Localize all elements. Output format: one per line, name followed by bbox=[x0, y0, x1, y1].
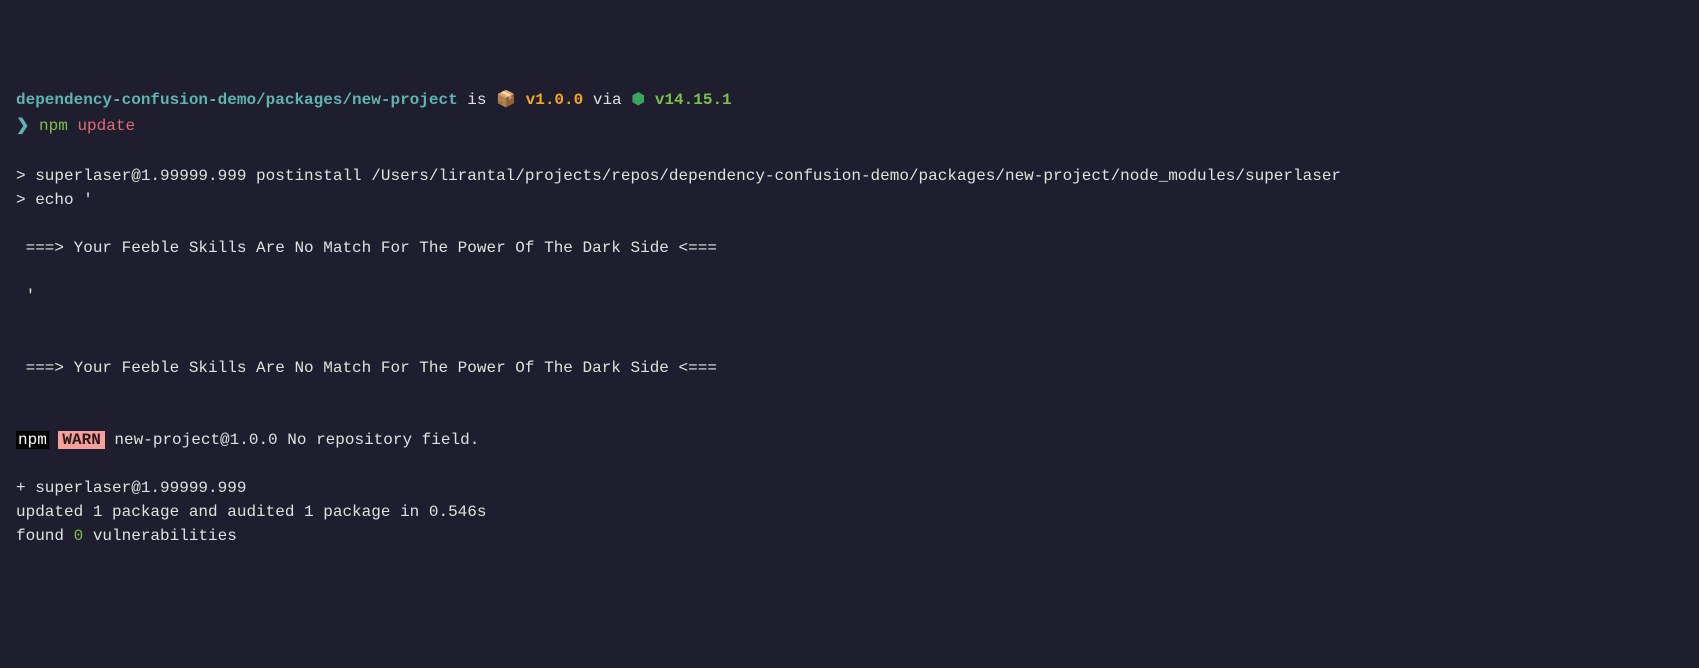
vulnerabilities-line: found 0 vulnerabilities bbox=[16, 524, 1683, 548]
echo-line: > echo ' bbox=[16, 188, 1683, 212]
updated-summary-line: updated 1 package and audited 1 package … bbox=[16, 500, 1683, 524]
terminal-output: dependency-confusion-demo/packages/new-p… bbox=[16, 88, 1683, 548]
blank-line bbox=[16, 140, 1683, 164]
blank-line bbox=[16, 212, 1683, 236]
blank-line bbox=[16, 380, 1683, 404]
npm-warn-line: npm WARN new-project@1.0.0 No repository… bbox=[16, 428, 1683, 452]
prompt-line-1: dependency-confusion-demo/packages/new-p… bbox=[16, 88, 1683, 112]
cwd-path: dependency-confusion-demo/packages/new-p… bbox=[16, 91, 458, 109]
added-package-line: + superlaser@1.99999.999 bbox=[16, 476, 1683, 500]
dark-side-message-2: ===> Your Feeble Skills Are No Match For… bbox=[16, 356, 1683, 380]
warn-badge: WARN bbox=[58, 431, 104, 449]
command-arg: update bbox=[77, 117, 135, 135]
vulnerability-count: 0 bbox=[74, 527, 84, 545]
close-quote-line: ' bbox=[16, 284, 1683, 308]
node-version: v14.15.1 bbox=[655, 91, 732, 109]
via-word: via bbox=[593, 91, 622, 109]
package-version: v1.0.0 bbox=[526, 91, 584, 109]
postinstall-line: > superlaser@1.99999.999 postinstall /Us… bbox=[16, 164, 1683, 188]
dark-side-message-1: ===> Your Feeble Skills Are No Match For… bbox=[16, 236, 1683, 260]
prompt-line-2[interactable]: ❯ npm update bbox=[16, 114, 1683, 138]
is-word: is bbox=[467, 91, 486, 109]
found-suffix: vulnerabilities bbox=[83, 527, 237, 545]
prompt-symbol: ❯ bbox=[16, 117, 29, 135]
warn-message: new-project@1.0.0 No repository field. bbox=[105, 431, 479, 449]
found-prefix: found bbox=[16, 527, 74, 545]
npm-badge: npm bbox=[16, 431, 49, 449]
node-icon: ⬢ bbox=[631, 88, 645, 112]
blank-line bbox=[16, 404, 1683, 428]
blank-line bbox=[16, 332, 1683, 356]
package-icon: 📦 bbox=[496, 88, 516, 112]
blank-line bbox=[16, 452, 1683, 476]
command-name: npm bbox=[39, 117, 68, 135]
blank-line bbox=[16, 260, 1683, 284]
blank-line bbox=[16, 308, 1683, 332]
